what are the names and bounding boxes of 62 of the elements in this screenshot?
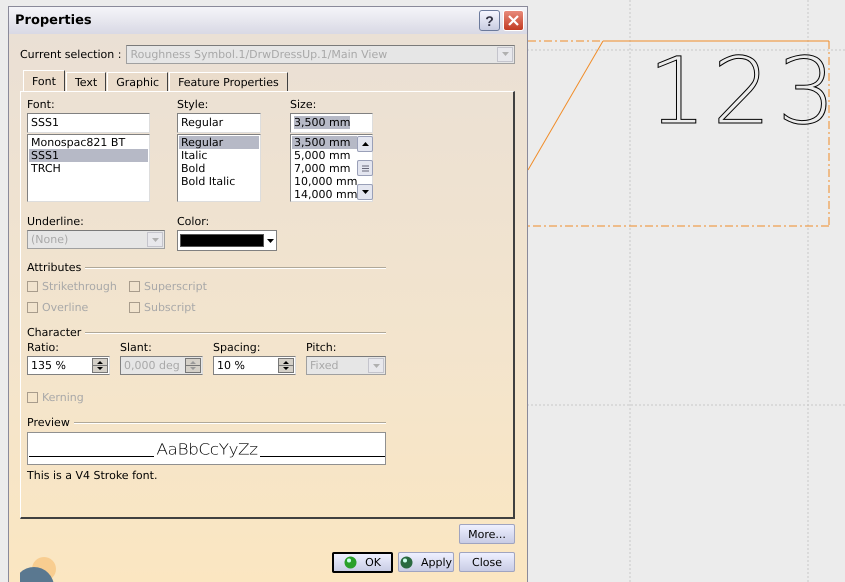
field-label: Pitch: <box>306 341 338 354</box>
field-label: Size: <box>290 98 318 111</box>
group-title: Preview <box>27 416 70 429</box>
down-arrow-icon <box>152 238 158 242</box>
selection-label: Current selection : <box>20 48 122 60</box>
spinner-arrows-icon <box>185 358 201 373</box>
annotation-text: 123 <box>648 46 842 138</box>
field-label: Slant: <box>120 341 153 354</box>
window-title: Properties <box>15 13 93 28</box>
spin-field[interactable]: 10 % <box>213 356 296 375</box>
list-item[interactable]: 14,000 mm <box>292 188 358 201</box>
field-label: Style: <box>177 98 210 111</box>
field-label: Ratio: <box>27 341 60 354</box>
list-box[interactable]: 3,500 mm 5,000 mm 7,000 mm 10,000 mm 14,000 mm <box>290 134 373 202</box>
tab[interactable]: Graphic <box>107 72 168 91</box>
tab[interactable]: Font <box>23 70 65 91</box>
font-note: This is a V4 Stroke font. <box>27 469 158 482</box>
list-item[interactable]: Italic <box>179 149 259 162</box>
orb-icon <box>400 556 413 568</box>
down-arrow-icon <box>267 238 274 242</box>
list-item[interactable]: SSS1 <box>29 149 148 162</box>
color-picker[interactable] <box>177 230 277 251</box>
preview-sample: AaBbCcYyZz <box>155 442 259 458</box>
grip-icon <box>362 164 369 172</box>
spinner-arrows-icon <box>278 358 294 373</box>
spin-field[interactable]: 135 % <box>27 356 110 375</box>
tab[interactable]: Feature Properties <box>169 72 288 91</box>
down-arrow-icon <box>372 364 380 368</box>
field-label: Font: <box>27 98 56 111</box>
orb-icon <box>344 556 358 569</box>
list-item[interactable]: Monospac821 BT <box>29 136 148 149</box>
text-field[interactable]: Regular <box>177 113 261 133</box>
list-item[interactable]: Regular <box>179 136 259 149</box>
group-title: Attributes <box>27 261 82 274</box>
list-item[interactable]: TRCH <box>29 162 148 175</box>
field-label: Underline: <box>27 215 85 228</box>
text-field[interactable]: SSS1 <box>27 113 150 133</box>
up-arrow-icon <box>362 142 369 146</box>
list-item[interactable]: 7,000 mm <box>292 162 358 175</box>
close-icon <box>508 15 519 26</box>
close-button[interactable] <box>503 10 524 31</box>
group-title: Character <box>27 326 82 339</box>
field-label: Spacing: <box>213 341 262 354</box>
list-box[interactable]: Monospac821 BT SSS1 TRCH <box>27 134 150 202</box>
dialog-button[interactable]: Apply <box>398 552 454 572</box>
list-box[interactable]: Regular Italic Bold Bold Italic <box>177 134 261 202</box>
text-field[interactable]: 3,500 mm <box>290 113 373 133</box>
help-button[interactable]: ? <box>479 10 500 31</box>
dialog-button[interactable]: Close <box>459 552 515 572</box>
spinner-arrows-icon <box>92 358 108 373</box>
list-item[interactable]: Bold Italic <box>179 175 259 188</box>
field-label: Color: <box>177 215 210 228</box>
scroll-bar[interactable] <box>357 136 374 200</box>
dialog-button[interactable]: OK <box>332 552 393 573</box>
more-button[interactable]: More... <box>459 524 515 544</box>
down-arrow-icon <box>362 190 369 194</box>
list-item[interactable]: Bold <box>179 162 259 175</box>
list-item[interactable]: 5,000 mm <box>292 149 358 162</box>
list-item[interactable]: 10,000 mm <box>292 175 358 188</box>
down-arrow-icon <box>502 52 508 56</box>
tab[interactable]: Text <box>66 72 106 91</box>
list-item[interactable]: 3,500 mm <box>292 136 358 149</box>
